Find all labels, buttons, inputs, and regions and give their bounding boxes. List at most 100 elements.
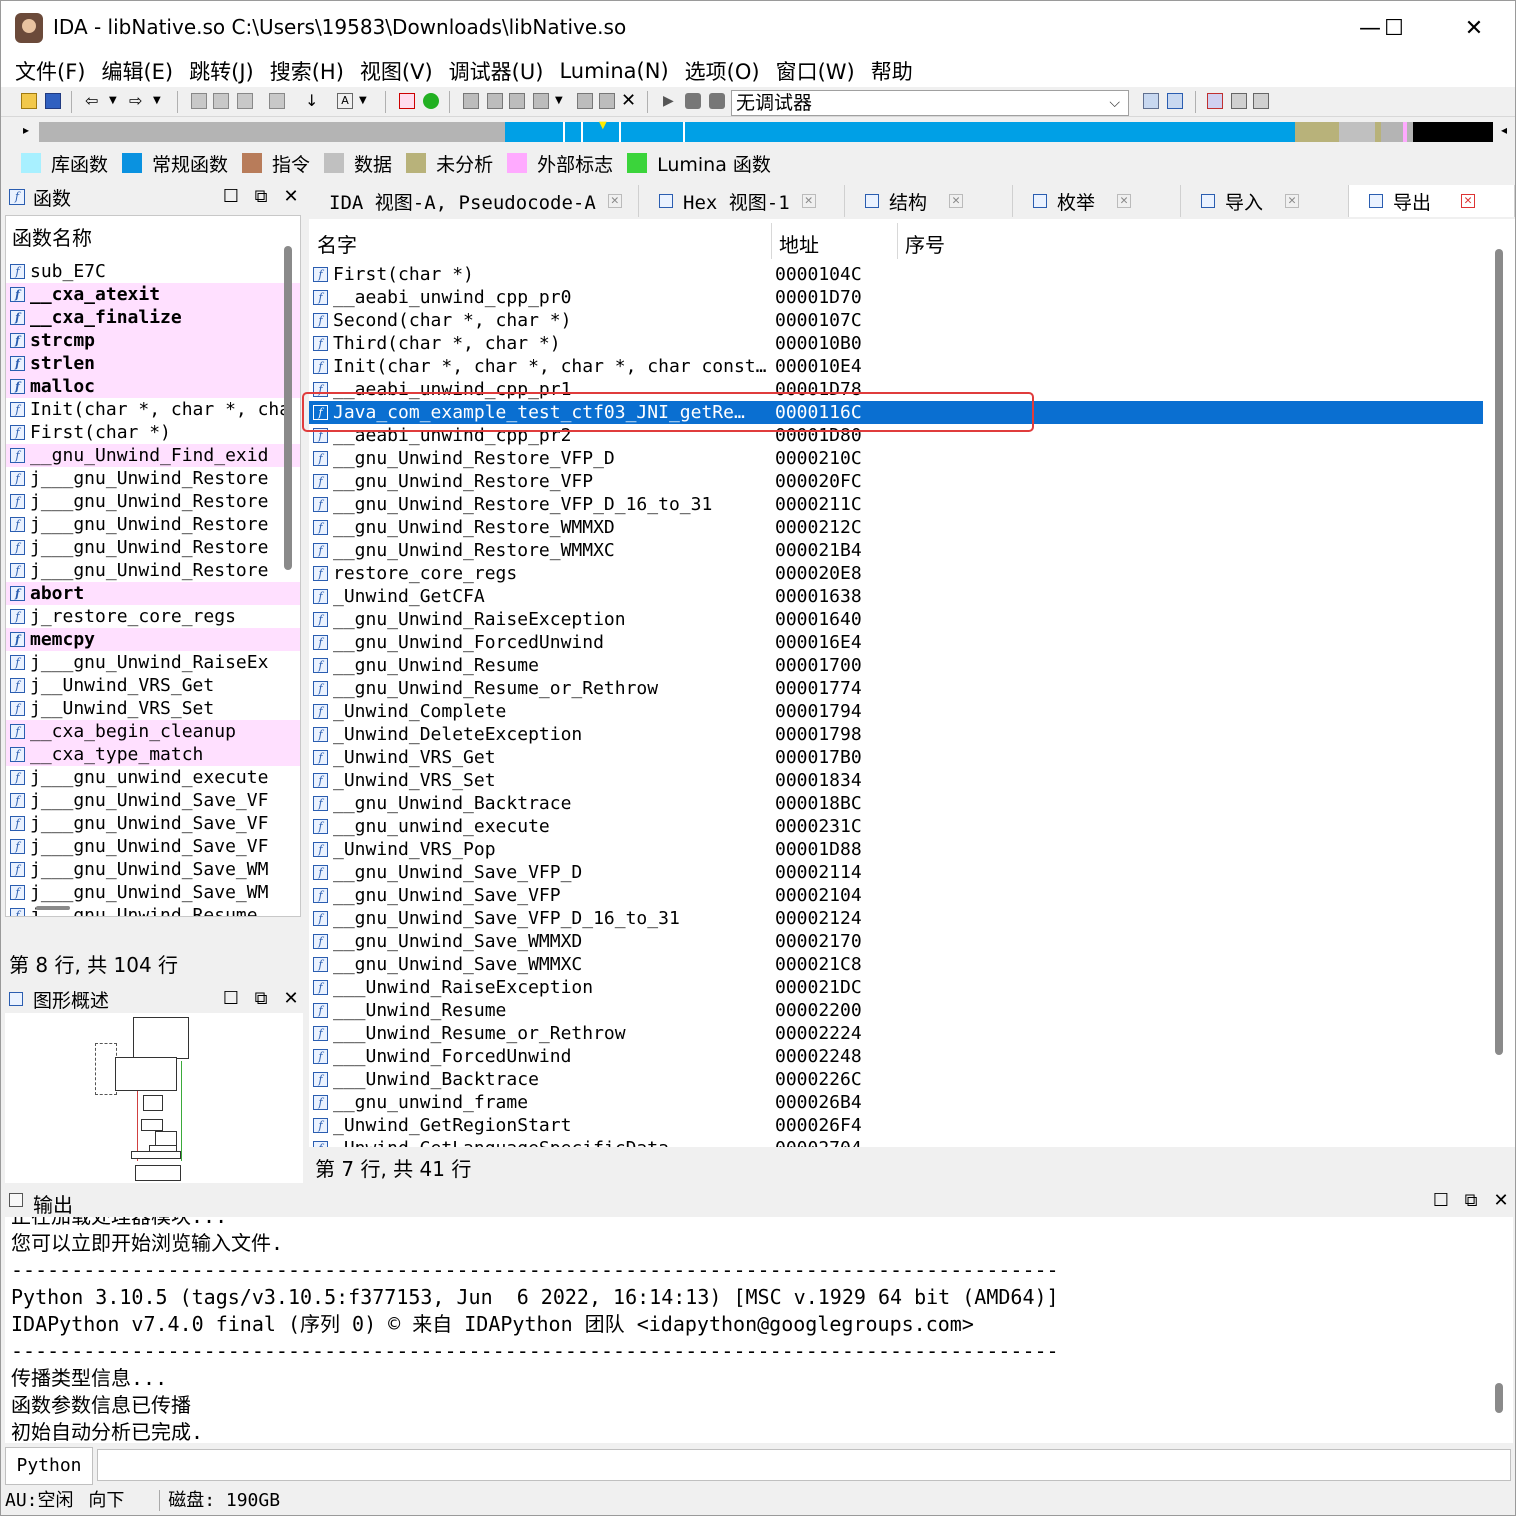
menu-windows[interactable]: 窗口(W)	[768, 56, 863, 86]
export-row[interactable]: f __gnu_unwind_execute 0000231C	[309, 815, 1515, 838]
function-row[interactable]: f j___gnu_Unwind_Restore	[6, 513, 300, 536]
down-arrow-icon[interactable]: ↓	[305, 93, 321, 109]
tab-structures[interactable]: 结构 ✕	[845, 185, 1013, 217]
menu-options[interactable]: 选项(O)	[677, 56, 768, 86]
export-row[interactable]: f __gnu_Unwind_Restore_WMMXC 000021B4	[309, 539, 1515, 562]
output-window[interactable]: 正在加载处理器模块... 您可以立即开始浏览输入文件. ------------…	[5, 1217, 1513, 1443]
text-search-icon[interactable]	[213, 93, 229, 109]
function-row[interactable]: f j___gnu_Unwind_Restore	[6, 559, 300, 582]
function-row[interactable]: f j___gnu_Unwind_Save_VF	[6, 789, 300, 812]
nav-right-arrow-icon[interactable]: ◂	[1501, 123, 1507, 137]
export-row[interactable]: f __gnu_Unwind_Restore_WMMXD 0000212C	[309, 516, 1515, 539]
export-row[interactable]: f __aeabi_unwind_cpp_pr0 00001D70	[309, 286, 1515, 309]
function-row[interactable]: f __cxa_begin_cleanup	[6, 720, 300, 743]
menu-search[interactable]: 搜索(H)	[262, 56, 352, 86]
export-row[interactable]: f ___Unwind_Backtrace 0000226C	[309, 1068, 1515, 1091]
export-row[interactable]: f __gnu_Unwind_ForcedUnwind 000016E4	[309, 631, 1515, 654]
function-row[interactable]: f abort	[6, 582, 300, 605]
export-row[interactable]: f First(char *) 0000104C	[309, 263, 1515, 286]
export-row[interactable]: f _Unwind_GetRegionStart 000026F4	[309, 1114, 1515, 1137]
panel-float-icon[interactable]: ⧉	[249, 988, 273, 1009]
patch-icon[interactable]	[577, 93, 593, 109]
menu-edit[interactable]: 编辑(E)	[93, 56, 181, 86]
function-row[interactable]: f sub_E7C	[6, 260, 300, 283]
menu-help[interactable]: 帮助	[863, 56, 921, 86]
export-row[interactable]: f ___Unwind_Resume_or_Rethrow 00002224	[309, 1022, 1515, 1045]
search-next-icon[interactable]	[269, 93, 285, 109]
function-row[interactable]: f j__Unwind_VRS_Set	[6, 697, 300, 720]
panel-float-icon[interactable]: ⧉	[249, 186, 273, 207]
column-separator[interactable]	[897, 223, 898, 259]
save-icon[interactable]	[45, 93, 61, 109]
export-row[interactable]: f __gnu_Unwind_Resume 00001700	[309, 654, 1515, 677]
export-row[interactable]: f __gnu_Unwind_Restore_VFP 000020FC	[309, 470, 1515, 493]
close-x-icon[interactable]: ✕	[621, 92, 637, 110]
function-row[interactable]: f j___gnu_Unwind_Restore	[6, 467, 300, 490]
back-arrow-icon[interactable]: ⇦	[85, 93, 101, 109]
maximize-button[interactable]: ☐	[1371, 9, 1417, 47]
function-row[interactable]: f j__Unwind_VRS_Get	[6, 674, 300, 697]
column-address-header[interactable]: 地址	[779, 229, 819, 258]
function-row[interactable]: f j___gnu_unwind_execute	[6, 766, 300, 789]
function-row[interactable]: f strlen	[6, 352, 300, 375]
nav-left-arrow-icon[interactable]: ▸	[23, 123, 29, 137]
export-row[interactable]: f __gnu_Unwind_Backtrace 000018BC	[309, 792, 1515, 815]
menu-view[interactable]: 视图(V)	[352, 56, 441, 86]
export-row[interactable]: f _Unwind_GetCFA 00001638	[309, 585, 1515, 608]
graph-icon[interactable]	[599, 93, 615, 109]
function-row[interactable]: f j___gnu_Unwind_Save_VF	[6, 812, 300, 835]
list-icon[interactable]	[1207, 93, 1223, 109]
function-row[interactable]: f First(char *)	[6, 421, 300, 444]
xref-icon[interactable]	[509, 93, 525, 109]
play-icon[interactable]: ▶	[663, 93, 679, 109]
function-row[interactable]: f j___gnu_Unwind_Save_WM	[6, 858, 300, 881]
tab-ida-view[interactable]: IDA 视图-A, Pseudocode-A ✕	[309, 185, 639, 217]
edit-function-icon[interactable]	[487, 93, 503, 109]
run-green-icon[interactable]	[423, 93, 439, 109]
tab-imports[interactable]: 导入 ✕	[1181, 185, 1349, 217]
menu-lumina[interactable]: Lumina(N)	[551, 59, 676, 83]
function-row[interactable]: f Init(char *, char *, cha	[6, 398, 300, 421]
function-row[interactable]: f j___gnu_Unwind_Save_WM	[6, 881, 300, 904]
export-row[interactable]: f restore_core_regs 000020E8	[309, 562, 1515, 585]
exports-scrollbar[interactable]	[1495, 249, 1503, 1055]
cli-input[interactable]	[97, 1449, 1511, 1481]
navigation-band[interactable]: ▸ ▼ ◂	[1, 119, 1515, 145]
panel-maximize-icon[interactable]: ☐	[219, 988, 243, 1009]
function-row[interactable]: f __cxa_type_match	[6, 743, 300, 766]
breakpoint-icon[interactable]	[399, 93, 415, 109]
panel-maximize-icon[interactable]: ☐	[219, 186, 243, 207]
tab-close-icon[interactable]: ✕	[607, 194, 622, 208]
close-button[interactable]: ✕	[1451, 9, 1497, 47]
function-row[interactable]: f j___gnu_Unwind_Save_VF	[6, 835, 300, 858]
export-row[interactable]: f __gnu_Unwind_Save_WMMXC 000021C8	[309, 953, 1515, 976]
navigation-strip[interactable]: ▼	[39, 120, 1493, 142]
functions-hscrollbar[interactable]	[36, 906, 70, 910]
chevron-down-icon[interactable]: ▼	[109, 93, 125, 109]
function-row[interactable]: f strcmp	[6, 329, 300, 352]
function-row[interactable]: f j___gnu_Unwind_Restore	[6, 490, 300, 513]
tab-hex-view[interactable]: Hex 视图-1 ✕	[639, 185, 845, 217]
export-row[interactable]: f ___Unwind_RaiseException 000021DC	[309, 976, 1515, 999]
export-row[interactable]: f __gnu_unwind_frame 000026B4	[309, 1091, 1515, 1114]
cli-language-button[interactable]: Python	[5, 1447, 93, 1485]
export-row[interactable]: f _Unwind_VRS_Get 000017B0	[309, 746, 1515, 769]
tab-close-icon[interactable]: ✕	[801, 194, 816, 208]
export-row[interactable]: f _Unwind_GetLanguageSpecificData 00002704	[309, 1137, 1515, 1147]
plugins-icon[interactable]	[1231, 93, 1247, 109]
export-row[interactable]: f Init(char *, char *, char *, char const…	[309, 355, 1515, 378]
panel-close-icon[interactable]: ✕	[279, 186, 303, 207]
export-row[interactable]: f __gnu_Unwind_Save_VFP_D 00002114	[309, 861, 1515, 884]
panel-close-icon[interactable]: ✕	[279, 988, 303, 1009]
immediate-search-icon[interactable]	[237, 93, 253, 109]
panel-float-icon[interactable]: ⧉	[1459, 1190, 1483, 1211]
function-row[interactable]: f j___gnu_Unwind_RaiseEx	[6, 651, 300, 674]
panel-close-icon[interactable]: ✕	[1489, 1190, 1513, 1211]
functions-column-header[interactable]: 函数名称	[6, 216, 300, 260]
refresh-icon[interactable]	[1167, 93, 1183, 109]
export-row[interactable]: f _Unwind_VRS_Pop 00001D88	[309, 838, 1515, 861]
function-row[interactable]: f __cxa_atexit	[6, 283, 300, 306]
export-row[interactable]: f __gnu_Unwind_Save_VFP_D_16_to_31 0000212…	[309, 907, 1515, 930]
output-scrollbar[interactable]	[1495, 1383, 1503, 1413]
function-row[interactable]: f memcpy	[6, 628, 300, 651]
